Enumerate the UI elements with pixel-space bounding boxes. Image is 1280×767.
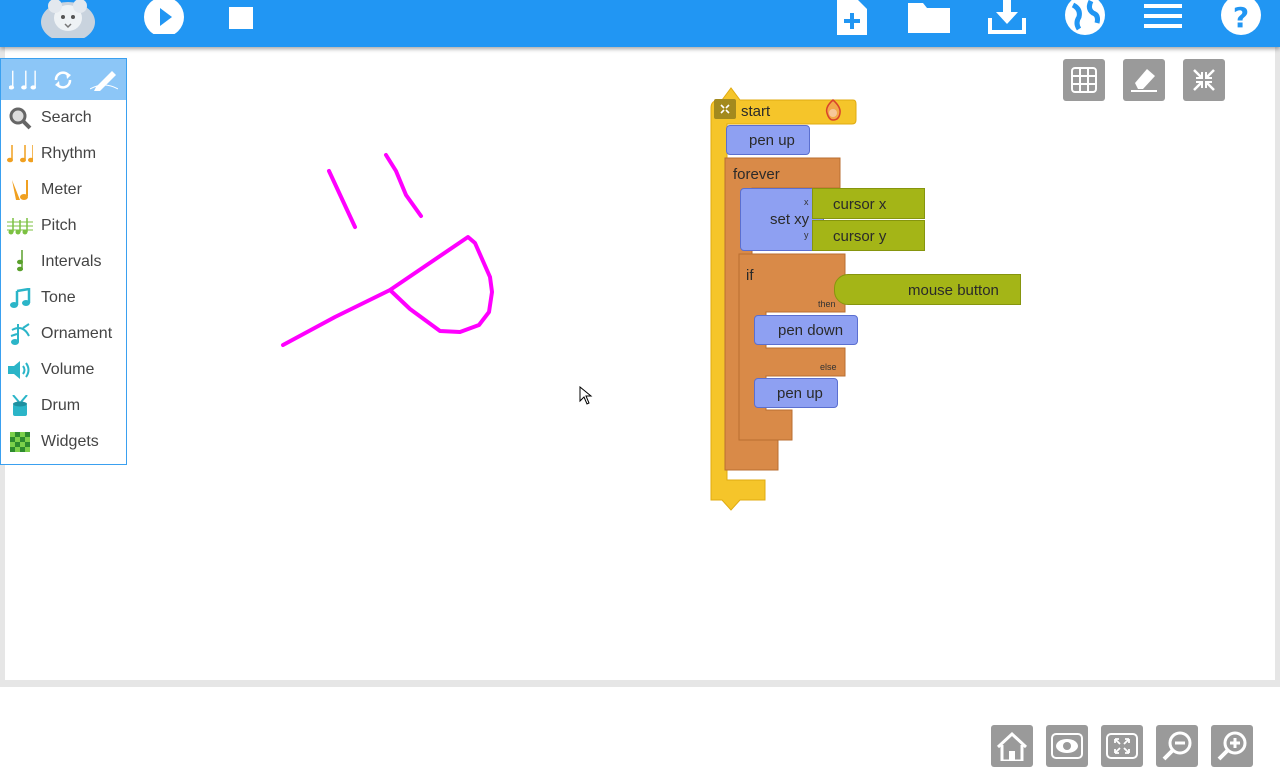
new-project-button[interactable] xyxy=(832,0,872,35)
cursor-x-block[interactable]: cursor x xyxy=(812,188,925,219)
palette-label: Volume xyxy=(41,361,95,378)
svg-text:?: ? xyxy=(1233,1,1249,34)
show-blocks-button[interactable] xyxy=(1046,725,1088,767)
home-icon xyxy=(996,731,1028,761)
eraser-icon xyxy=(1131,69,1157,92)
palette-item-drum[interactable]: Drum xyxy=(1,388,126,424)
expand-icon xyxy=(1106,733,1138,759)
if-label: if xyxy=(746,267,754,284)
tone-icon xyxy=(7,286,33,310)
palette-label: Drum xyxy=(41,397,81,414)
forever-label: forever xyxy=(733,166,780,183)
download-icon xyxy=(988,0,1026,34)
graphics-tab[interactable] xyxy=(89,64,118,96)
zoom-in-icon xyxy=(1217,731,1247,761)
palette-item-widgets[interactable]: Widgets xyxy=(1,424,126,460)
globe-icon xyxy=(1065,0,1105,35)
expand-button[interactable] xyxy=(1101,725,1143,767)
zoom-in-button[interactable] xyxy=(1211,725,1253,767)
zoom-out-button[interactable] xyxy=(1156,725,1198,767)
help-button[interactable]: ? xyxy=(1220,0,1262,35)
ornament-icon xyxy=(7,322,33,346)
palette-item-intervals[interactable]: Intervals xyxy=(1,244,126,280)
else-label: else xyxy=(820,362,837,372)
help-icon: ? xyxy=(1221,0,1261,35)
drawing-canvas[interactable] xyxy=(5,47,1275,680)
music-tab[interactable] xyxy=(9,64,37,96)
open-project-button[interactable] xyxy=(906,0,952,34)
music-notes-icon xyxy=(9,70,37,90)
drum-icon xyxy=(7,394,33,418)
rhythm-icon xyxy=(7,142,33,166)
start-label: start xyxy=(741,103,771,120)
flow-tab[interactable] xyxy=(49,64,77,96)
play-button[interactable] xyxy=(142,0,186,34)
canvas-frame xyxy=(0,47,1280,687)
cursor-y-block[interactable]: cursor y xyxy=(812,220,925,251)
palette-label: Pitch xyxy=(41,217,77,234)
palette-label: Ornament xyxy=(41,325,113,342)
run-fire-icon[interactable] xyxy=(823,99,843,121)
palette-label: Rhythm xyxy=(41,145,97,162)
collapse-button[interactable] xyxy=(1183,59,1225,101)
block-palette: Search Rhythm Meter Pitch Intervals Tone xyxy=(0,58,127,465)
palette-label: Widgets xyxy=(41,433,99,450)
play-icon xyxy=(144,0,184,34)
volume-icon xyxy=(7,358,33,382)
pen-down-block[interactable]: pen down xyxy=(754,315,858,345)
palette-label: Intervals xyxy=(41,253,102,270)
mouse-pointer-icon xyxy=(579,386,593,405)
palette-item-meter[interactable]: Meter xyxy=(1,172,126,208)
stop-button[interactable] xyxy=(226,0,256,34)
new-file-icon xyxy=(837,0,867,35)
palette-item-ornament[interactable]: Ornament xyxy=(1,316,126,352)
then-label: then xyxy=(818,299,836,309)
collapse-icon xyxy=(1193,69,1215,91)
zoom-out-icon xyxy=(1162,731,1192,761)
palette-label: Search xyxy=(41,109,92,126)
mouse-logo-icon[interactable] xyxy=(38,0,98,38)
grid-button[interactable] xyxy=(1063,59,1105,101)
pen-up-block[interactable]: pen up xyxy=(726,125,810,155)
turtle-drawing xyxy=(281,153,494,347)
meter-icon xyxy=(7,178,33,202)
palette-label: Meter xyxy=(41,181,82,198)
palette-item-tone[interactable]: Tone xyxy=(1,280,126,316)
pen-icon xyxy=(89,70,118,91)
pen-up-block[interactable]: pen up xyxy=(754,378,838,408)
grid-icon xyxy=(1071,67,1097,93)
clear-button[interactable] xyxy=(1123,59,1165,101)
menu-button[interactable] xyxy=(1142,0,1184,34)
widgets-icon xyxy=(7,430,33,454)
home-button[interactable] xyxy=(991,725,1033,767)
save-button[interactable] xyxy=(986,0,1028,34)
palette-item-rhythm[interactable]: Rhythm xyxy=(1,136,126,172)
planet-button[interactable] xyxy=(1064,0,1106,35)
mouse-button-block[interactable]: mouse button xyxy=(834,274,1021,305)
refresh-icon xyxy=(55,70,72,89)
search-icon xyxy=(7,106,33,130)
folder-icon xyxy=(908,3,950,33)
palette-label: Tone xyxy=(41,289,76,306)
menu-icon xyxy=(1144,4,1182,28)
collapse-block-icon[interactable] xyxy=(714,99,736,119)
palette-item-volume[interactable]: Volume xyxy=(1,352,126,388)
eye-icon xyxy=(1051,733,1083,759)
stop-icon xyxy=(229,7,253,29)
palette-item-search[interactable]: Search xyxy=(1,100,126,136)
pitch-icon xyxy=(7,214,33,238)
main-toolbar: ? xyxy=(0,0,1280,47)
intervals-icon xyxy=(7,250,33,274)
palette-item-pitch[interactable]: Pitch xyxy=(1,208,126,244)
palette-tabs xyxy=(1,59,126,100)
